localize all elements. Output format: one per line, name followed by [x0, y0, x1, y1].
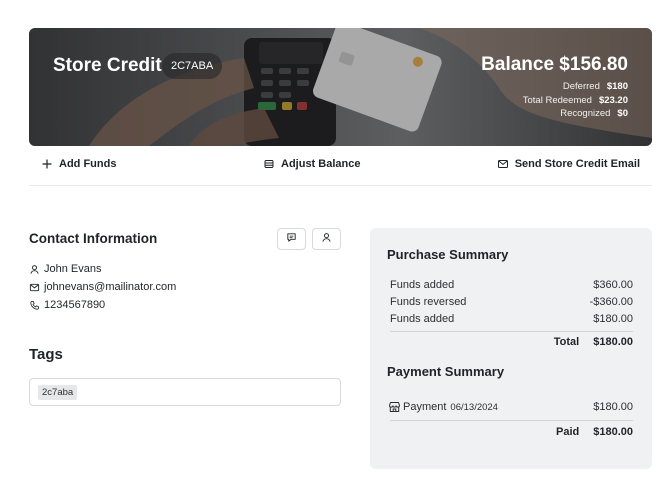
tags-section-title: Tags: [29, 346, 63, 363]
purchase-total: Total $180.00: [554, 336, 633, 348]
adjust-balance-label: Adjust Balance: [281, 158, 361, 170]
tag-chip[interactable]: 2c7aba: [38, 385, 78, 400]
balance-amount: Balance $156.80: [481, 54, 628, 75]
store-credit-banner: Store Credit 2C7ABA Balance $156.80 Defe…: [29, 28, 652, 146]
contact-email-row: johnevans@mailinator.com: [29, 281, 176, 293]
add-funds-button[interactable]: Add Funds: [41, 158, 116, 170]
contact-name: John Evans: [44, 263, 102, 275]
stat-value: $0: [617, 108, 628, 120]
purchase-line: Funds added $180.00: [390, 313, 633, 325]
contact-email: johnevans@mailinator.com: [44, 281, 177, 293]
mail-icon: [497, 158, 509, 170]
paid-amount: $180.00: [593, 426, 633, 438]
line-label: Funds added: [390, 279, 455, 291]
phone-icon: [29, 300, 40, 311]
send-email-button[interactable]: Send Store Credit Email: [497, 158, 640, 170]
view-customer-button[interactable]: [312, 228, 341, 250]
message-button[interactable]: [277, 228, 306, 250]
credit-code-badge: 2C7ABA: [162, 53, 223, 79]
stat-label: Recognized: [560, 108, 611, 120]
database-icon: [263, 158, 275, 170]
line-amount: $180.00: [593, 313, 633, 325]
total-label: Total: [553, 336, 580, 348]
payment-amount: $180.00: [593, 401, 633, 413]
payment-line: Payment 06/13/2024 $180.00: [388, 401, 633, 413]
balance-stats: Deferred $180 Total Redeemed $23.20 Reco…: [448, 80, 628, 121]
page-title: Store Credit: [53, 55, 162, 76]
message-icon: [286, 230, 297, 248]
summary-panel: Purchase Summary Funds added $360.00 Fun…: [370, 228, 652, 469]
divider: [390, 331, 633, 332]
contact-phone: 1234567890: [44, 299, 106, 311]
paid-total: Paid $180.00: [556, 426, 633, 438]
add-funds-label: Add Funds: [59, 158, 117, 170]
mail-icon: [29, 282, 40, 293]
line-label: Funds reversed: [390, 296, 467, 308]
contact-phone-row: 1234567890: [29, 299, 105, 311]
adjust-balance-button[interactable]: Adjust Balance: [263, 158, 360, 170]
stat-recognized: Recognized $0: [448, 107, 628, 121]
contact-section-title: Contact Information: [29, 231, 158, 246]
user-icon: [29, 264, 40, 275]
purchase-summary-title: Purchase Summary: [387, 247, 509, 262]
line-label: Funds added: [390, 313, 455, 325]
stat-total-redeemed: Total Redeemed $23.20: [448, 94, 628, 108]
stat-deferred: Deferred $180: [448, 80, 628, 94]
payment-date: 06/13/2024: [450, 401, 498, 413]
stat-value: $180: [606, 81, 628, 93]
payment-summary-title: Payment Summary: [387, 364, 505, 379]
purchase-line: Funds reversed -$360.00: [390, 296, 633, 308]
tags-input[interactable]: 2c7aba: [29, 378, 341, 406]
send-email-label: Send Store Credit Email: [514, 158, 640, 170]
contact-name-row: John Evans: [29, 263, 101, 275]
stat-label: Deferred: [562, 81, 600, 93]
store-icon: [388, 401, 401, 413]
plus-icon: [41, 158, 53, 170]
payment-info: Payment 06/13/2024: [388, 401, 498, 413]
divider: [390, 420, 633, 421]
total-amount: $180.00: [593, 336, 633, 348]
line-amount: -$360.00: [589, 296, 633, 308]
action-bar: Add Funds Adjust Balance Send Store Cred…: [29, 148, 652, 186]
purchase-line: Funds added $360.00: [390, 279, 633, 291]
payment-label: Payment: [403, 401, 447, 413]
stat-label: Total Redeemed: [522, 94, 592, 106]
stat-value: $23.20: [598, 94, 628, 106]
user-icon: [321, 230, 332, 248]
paid-label: Paid: [556, 426, 580, 438]
line-amount: $360.00: [593, 279, 633, 291]
